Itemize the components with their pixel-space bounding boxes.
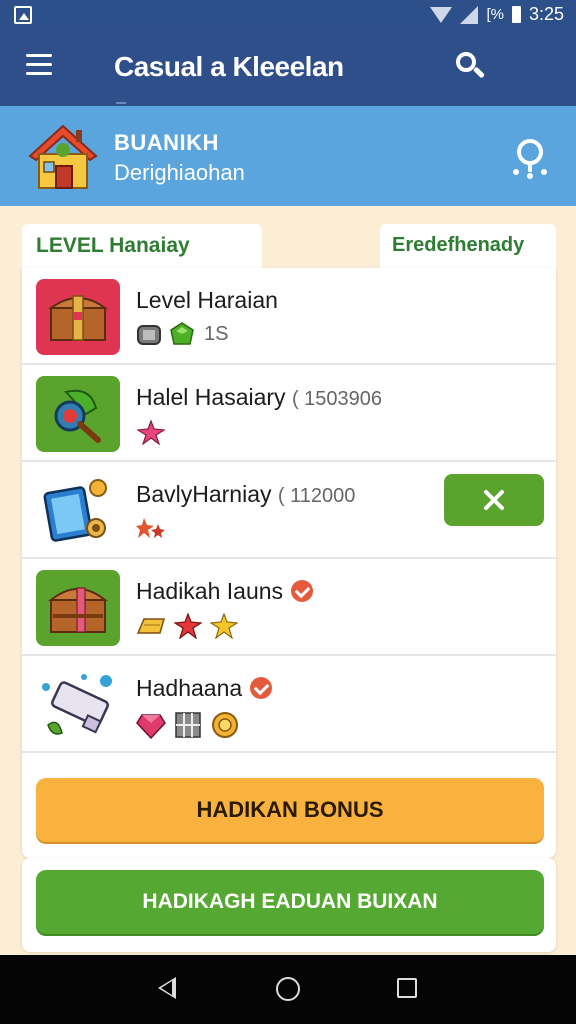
gold-bar-icon <box>136 618 165 634</box>
reward-badges <box>136 419 166 445</box>
battery-icon <box>511 6 521 23</box>
list-item-title: BavlyHarniay ( 112000 <box>136 481 356 507</box>
reward-badges <box>136 613 238 639</box>
close-icon <box>484 490 504 510</box>
status-icons: [% 3:25 <box>430 4 564 25</box>
search-icon[interactable] <box>456 52 486 82</box>
status-bar: [% 3:25 <box>0 0 576 30</box>
verified-icon <box>291 579 314 602</box>
settings-icon[interactable] <box>506 134 554 182</box>
list-item[interactable]: BavlyHarniay ( 112000 <box>22 462 556 559</box>
yellow-star-icon <box>210 613 238 639</box>
app-title: Casual a Kleeelan <box>114 51 344 82</box>
reward-badges: 1S <box>136 322 228 346</box>
back-icon[interactable] <box>158 977 176 999</box>
list-item[interactable]: Halel Hasaiary ( 1503906 <box>22 365 556 462</box>
gold-medal-icon <box>212 712 238 738</box>
list-item-title: Hadhaana <box>136 675 273 702</box>
profile-name: BUANIKH <box>114 130 219 155</box>
list-item-title: Hadikah Iauns <box>136 578 314 605</box>
pink-star-icon <box>136 419 166 445</box>
recent-apps-icon[interactable] <box>397 978 417 998</box>
clock: 3:25 <box>528 4 564 24</box>
tablet-device-icon <box>36 473 120 549</box>
profile-subtitle: Derighiaohan <box>114 160 245 185</box>
orange-sparkle-icon <box>136 518 165 538</box>
battery-label: [% <box>486 6 504 23</box>
paint-tube-icon <box>36 667 120 743</box>
signal-icon <box>460 5 479 24</box>
green-gem-icon <box>170 322 194 345</box>
red-star-icon <box>174 613 202 639</box>
list-item-title: Level Haraian <box>136 287 278 313</box>
system-nav-bar <box>0 955 576 1024</box>
divider <box>116 102 126 104</box>
badge-count: 1S <box>204 322 229 345</box>
list-item[interactable]: Level Haraian 1S <box>22 268 556 365</box>
pink-gem-icon <box>136 714 166 739</box>
house-icon <box>26 120 100 194</box>
reward-badges <box>136 516 166 540</box>
reward-badges <box>136 710 240 740</box>
menu-icon[interactable] <box>26 54 52 76</box>
tab-level[interactable]: LEVEL Hanaiay <box>22 224 262 268</box>
close-button[interactable] <box>444 474 544 526</box>
bonus-button[interactable]: HADIKAN BONUS <box>36 778 544 842</box>
home-icon[interactable] <box>276 977 300 1001</box>
profile-banner: BUANIKH Derighiaohan <box>0 106 576 206</box>
treasure-chest-icon <box>36 279 120 355</box>
list-item[interactable]: Hadikah Iauns <box>22 559 556 656</box>
gallery-notification-icon <box>14 6 32 24</box>
level-list: Level Haraian 1S Halel Hasaiary ( 150390… <box>22 268 556 858</box>
magnifier-potion-icon <box>36 376 120 452</box>
wifi-icon <box>430 6 453 23</box>
app-bar: Casual a Kleeelan <box>0 30 576 106</box>
primary-action-button[interactable]: HADIKAGH EADUAN BUIXAN <box>36 870 544 934</box>
verified-icon <box>250 676 273 699</box>
grid-block-icon <box>175 712 201 738</box>
list-item[interactable]: Hadhaana <box>22 656 556 753</box>
list-item-title: Halel Hasaiary ( 1503906 <box>136 384 383 410</box>
treasure-chest-icon <box>36 570 120 646</box>
stone-icon <box>137 325 161 345</box>
tab-eredefhenady[interactable]: Eredefhenady <box>380 224 556 268</box>
